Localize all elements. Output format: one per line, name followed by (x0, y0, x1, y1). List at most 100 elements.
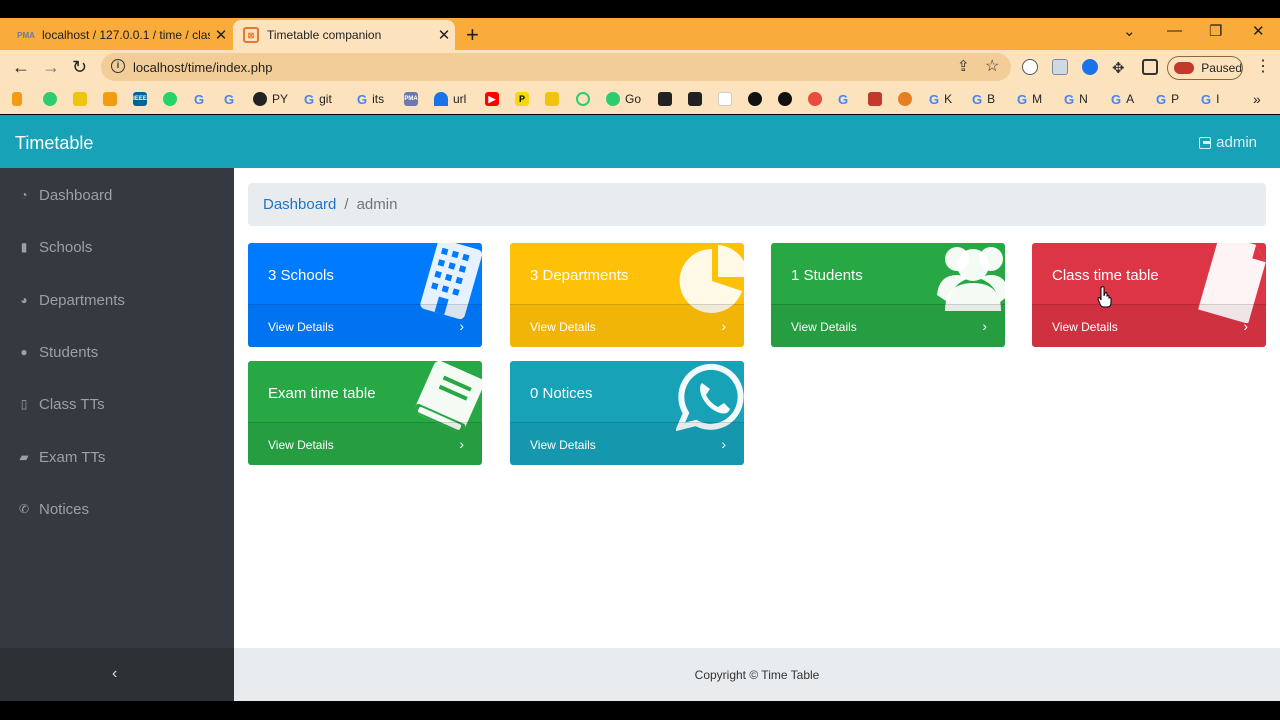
bookmark-item[interactable] (658, 91, 677, 107)
reload-icon[interactable]: ↻ (72, 57, 87, 78)
close-tab-icon[interactable]: ✕ (433, 26, 455, 44)
bookmark-item[interactable] (748, 91, 767, 107)
bookmark-icon (718, 92, 732, 106)
bookmark-item[interactable]: ▶ (485, 91, 504, 107)
bookmark-item[interactable] (868, 91, 887, 107)
translate-extension-icon[interactable] (1082, 59, 1098, 75)
more-bookmarks-icon[interactable]: » (1253, 91, 1261, 107)
sidebar-toggle[interactable]: ‹ (0, 648, 234, 701)
view-details-link[interactable]: View Details › (248, 304, 482, 347)
view-details-link[interactable]: View Details › (510, 304, 744, 347)
view-details-link[interactable]: View Details › (510, 422, 744, 465)
p-icon: P (515, 92, 529, 106)
tab-search-icon[interactable]: ⌄ (1123, 22, 1136, 40)
restore-icon[interactable]: ❐ (1209, 22, 1222, 40)
photo-extension-icon[interactable] (1052, 59, 1068, 75)
bookmark-item[interactable] (778, 91, 797, 107)
sidebar: ◔ Dashboard ▮ Schools ◕ Departments ● St… (0, 168, 234, 648)
bookmark-item[interactable]: url (434, 91, 466, 107)
circle-icon (576, 92, 590, 106)
bookmark-item[interactable]: Ggit (304, 91, 332, 107)
address-bar[interactable]: i localhost/time/index.php ⇪ ☆ (101, 53, 1011, 81)
kebab-menu-icon[interactable]: ⋮ (1255, 56, 1271, 76)
view-details-link[interactable]: View Details › (771, 304, 1005, 347)
bookmark-item[interactable] (163, 91, 182, 107)
profile-paused-button[interactable]: Paused (1167, 56, 1243, 80)
bookmark-label: Go (625, 92, 642, 106)
close-window-icon[interactable]: ✕ (1252, 22, 1265, 40)
sidebar-item-dashboard[interactable]: ◔ Dashboard (17, 185, 112, 205)
side-panel-icon[interactable] (1142, 59, 1158, 75)
bookmark-icon (43, 92, 57, 106)
view-details-label: View Details (268, 320, 334, 334)
bookmark-item[interactable] (73, 91, 92, 107)
bookmark-item[interactable]: P (515, 91, 534, 107)
bookmark-label: PY (272, 92, 289, 106)
forward-icon[interactable]: → (42, 57, 60, 78)
bookmark-item[interactable] (718, 91, 737, 107)
user-menu[interactable]: admin (1199, 134, 1257, 151)
chevron-left-icon: ‹ (112, 665, 118, 682)
sidebar-item-exam-tts[interactable]: ▰ Exam TTs (17, 447, 105, 467)
bookmark-star-icon[interactable]: ☆ (985, 56, 999, 76)
bookmark-item[interactable]: Go (606, 91, 641, 107)
card-students: 1 Students View Details › (771, 243, 1005, 347)
card-schools: 3 Schools View Details › (248, 243, 482, 347)
sidebar-item-class-tts[interactable]: ▯ Class TTs (17, 394, 105, 414)
tab-phpmyadmin[interactable]: PMA localhost / 127.0.0.1 / time / clas … (10, 20, 232, 50)
site-info-icon[interactable]: i (111, 59, 125, 73)
tab-timetable[interactable]: ⊠ Timetable companion ✕ (233, 20, 455, 50)
bookmark-item[interactable] (808, 91, 827, 107)
bookmark-item[interactable]: GP (1156, 91, 1179, 107)
bookmark-label: I (1216, 92, 1220, 106)
bookmark-item[interactable]: PMA (404, 91, 423, 107)
card-title: 3 Departments (530, 267, 629, 284)
book-icon: ▮ (20, 240, 28, 254)
sidebar-item-notices[interactable]: ✆ Notices (17, 499, 89, 519)
sidebar-item-departments[interactable]: ◕ Departments (17, 290, 125, 310)
bookmark-item[interactable] (103, 91, 122, 107)
bookmark-item[interactable]: GN (1064, 91, 1088, 107)
back-icon[interactable]: ← (12, 57, 30, 78)
bookmark-item[interactable]: IEEE (133, 91, 152, 107)
new-tab-icon[interactable]: + (466, 22, 479, 48)
url-text: localhost/time/index.php (133, 60, 273, 75)
bookmark-item[interactable] (688, 91, 707, 107)
bookmark-icon (658, 92, 672, 106)
panda-extension-icon[interactable] (1022, 59, 1038, 75)
bookmark-item[interactable]: G (838, 91, 853, 107)
bookmark-item[interactable]: PY (253, 91, 288, 107)
bookmark-item[interactable]: GB (972, 91, 995, 107)
breadcrumb-dashboard-link[interactable]: Dashboard (263, 196, 336, 213)
sidebar-item-label: Notices (39, 500, 90, 518)
sidebar-item-students[interactable]: ● Students (17, 342, 98, 362)
bookmark-item[interactable] (545, 91, 564, 107)
bookmark-item[interactable]: Gits (357, 91, 384, 107)
card-title: 1 Students (791, 267, 863, 284)
minimize-icon[interactable]: — (1167, 22, 1182, 39)
share-icon[interactable]: ⇪ (957, 57, 970, 75)
puzzle-icon[interactable]: ✥ (1112, 59, 1128, 77)
chevron-right-icon: › (721, 436, 726, 452)
matlab-icon (868, 92, 882, 106)
bookmark-item[interactable] (12, 91, 27, 107)
brand[interactable]: Timetable (15, 133, 93, 154)
card-class-time-table: Class time table View Details › (1032, 243, 1266, 347)
google-icon: G (194, 91, 205, 107)
bookmark-item[interactable]: GA (1111, 91, 1134, 107)
bookmark-item[interactable]: G (224, 91, 239, 107)
view-details-link[interactable]: View Details › (248, 422, 482, 465)
bookmark-item[interactable]: GI (1201, 91, 1219, 107)
bookmark-item[interactable]: GM (1017, 91, 1042, 107)
bookmark-item[interactable] (43, 91, 62, 107)
bookmark-item[interactable]: G (194, 91, 209, 107)
bookmark-icon (898, 92, 912, 106)
book-open-icon: ▰ (19, 450, 29, 464)
bookmark-item[interactable] (898, 91, 917, 107)
google-icon: G (1201, 91, 1212, 107)
bookmark-item[interactable]: GK (929, 91, 952, 107)
view-details-link[interactable]: View Details › (1032, 304, 1266, 347)
close-tab-icon[interactable]: ✕ (210, 26, 232, 44)
sidebar-item-schools[interactable]: ▮ Schools (17, 237, 93, 257)
bookmark-item[interactable] (576, 91, 595, 107)
